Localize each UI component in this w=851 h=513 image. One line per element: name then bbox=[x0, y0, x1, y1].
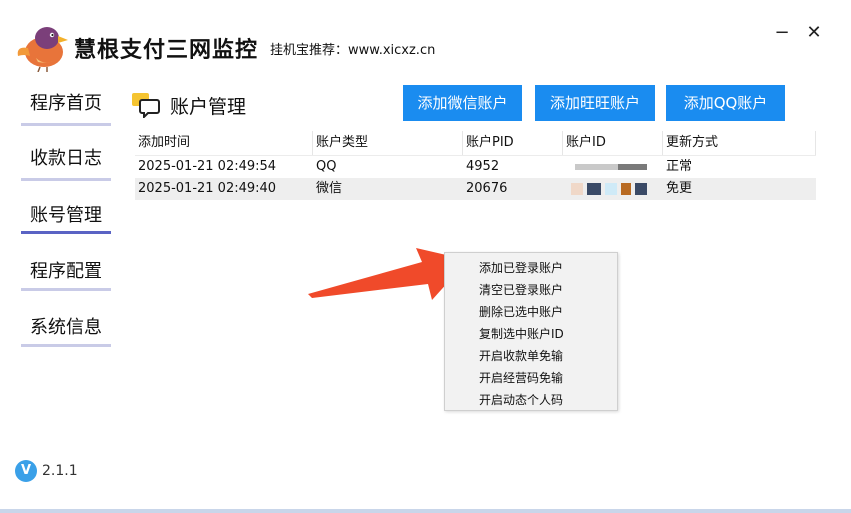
sidebar-item-label: 程序配置 bbox=[30, 261, 102, 282]
redaction-mark bbox=[587, 183, 601, 195]
table-header: 添加时间 账户类型 账户PID 账户ID 更新方式 bbox=[135, 131, 816, 156]
column-header-update-mode[interactable]: 更新方式 bbox=[663, 131, 816, 155]
cell-account-id-redacted bbox=[563, 156, 663, 178]
cell-account-type: 微信 bbox=[316, 181, 343, 196]
column-header-account-id[interactable]: 账户ID bbox=[563, 131, 663, 155]
cell-added-time: 2025-01-21 02:49:54 bbox=[138, 159, 277, 174]
app-window: 慧根支付三网监控 挂机宝推荐：www.xicxz.cn − ✕ 程序首页 收款日… bbox=[0, 0, 851, 509]
redaction-mark bbox=[621, 183, 631, 195]
sidebar-item-label: 账号管理 bbox=[30, 205, 102, 226]
sidebar-item-label: 程序首页 bbox=[30, 93, 102, 114]
promo-text: 挂机宝推荐：www.xicxz.cn bbox=[270, 43, 436, 58]
bird-logo-icon bbox=[17, 27, 68, 72]
menu-item-add-logged-in-accounts[interactable]: 添加已登录账户 bbox=[479, 259, 563, 276]
sidebar-item-underline bbox=[21, 178, 111, 181]
redaction-mark bbox=[635, 183, 647, 195]
context-menu: 添加已登录账户 清空已登录账户 删除已选中账户 复制选中账户ID 开启收款单免输… bbox=[444, 252, 618, 411]
column-header-account-pid[interactable]: 账户PID bbox=[463, 131, 563, 155]
add-qq-account-button[interactable]: 添加QQ账户 bbox=[666, 85, 785, 121]
cell-account-type: QQ bbox=[316, 159, 337, 174]
version-text: 2.1.1 bbox=[42, 463, 78, 479]
redaction-mark bbox=[605, 183, 617, 195]
sidebar-item-underline bbox=[21, 288, 111, 291]
cell-added-time: 2025-01-21 02:49:40 bbox=[138, 181, 277, 196]
accounts-table: 添加时间 账户类型 账户PID 账户ID 更新方式 2025-01-21 02:… bbox=[135, 131, 816, 200]
sidebar-item-label: 收款日志 bbox=[30, 148, 102, 169]
taskbar-edge bbox=[0, 509, 851, 513]
sidebar-item-label: 系统信息 bbox=[30, 317, 102, 338]
minimize-button[interactable]: − bbox=[771, 22, 793, 44]
page-title: 账户管理 bbox=[170, 96, 247, 118]
sidebar-item-account-management[interactable]: 账号管理 bbox=[21, 204, 111, 234]
sidebar-item-system-info[interactable]: 系统信息 bbox=[21, 316, 111, 347]
menu-item-clear-logged-in-accounts[interactable]: 清空已登录账户 bbox=[479, 281, 563, 298]
table-row[interactable]: 2025-01-21 02:49:54 QQ 4952 正常 bbox=[135, 156, 816, 178]
version-badge-icon: V bbox=[15, 460, 37, 482]
sidebar-item-program-config[interactable]: 程序配置 bbox=[21, 260, 111, 291]
add-wangwang-account-button[interactable]: 添加旺旺账户 bbox=[535, 85, 655, 121]
sidebar-item-home[interactable]: 程序首页 bbox=[21, 92, 111, 126]
app-title: 慧根支付三网监控 bbox=[74, 38, 259, 63]
menu-item-enable-business-code-no-input[interactable]: 开启经营码免输 bbox=[479, 369, 563, 386]
menu-item-delete-selected-accounts[interactable]: 删除已选中账户 bbox=[479, 303, 563, 320]
menu-item-enable-receipt-no-input[interactable]: 开启收款单免输 bbox=[479, 347, 563, 364]
cell-account-pid: 4952 bbox=[466, 159, 500, 174]
redaction-mark bbox=[575, 164, 647, 170]
column-header-account-type[interactable]: 账户类型 bbox=[313, 131, 463, 155]
column-header-added-time[interactable]: 添加时间 bbox=[135, 131, 313, 155]
menu-item-enable-dynamic-personal-code[interactable]: 开启动态个人码 bbox=[479, 391, 563, 408]
cell-update-mode: 免更 bbox=[666, 181, 693, 196]
menu-item-copy-selected-account-id[interactable]: 复制选中账户ID bbox=[479, 325, 564, 342]
sidebar-item-underline bbox=[21, 231, 111, 234]
cell-account-pid: 20676 bbox=[466, 181, 508, 196]
table-row[interactable]: 2025-01-21 02:49:40 微信 20676 免更 bbox=[135, 178, 816, 200]
cell-account-id-redacted bbox=[563, 178, 663, 200]
redaction-mark bbox=[571, 183, 583, 195]
chat-bubble-icon bbox=[132, 93, 160, 118]
sidebar-item-payment-log[interactable]: 收款日志 bbox=[21, 147, 111, 181]
close-button[interactable]: ✕ bbox=[803, 22, 825, 44]
sidebar-item-underline bbox=[21, 123, 111, 126]
sidebar-item-underline bbox=[21, 344, 111, 347]
cell-update-mode: 正常 bbox=[666, 159, 693, 174]
add-wechat-account-button[interactable]: 添加微信账户 bbox=[403, 85, 522, 121]
